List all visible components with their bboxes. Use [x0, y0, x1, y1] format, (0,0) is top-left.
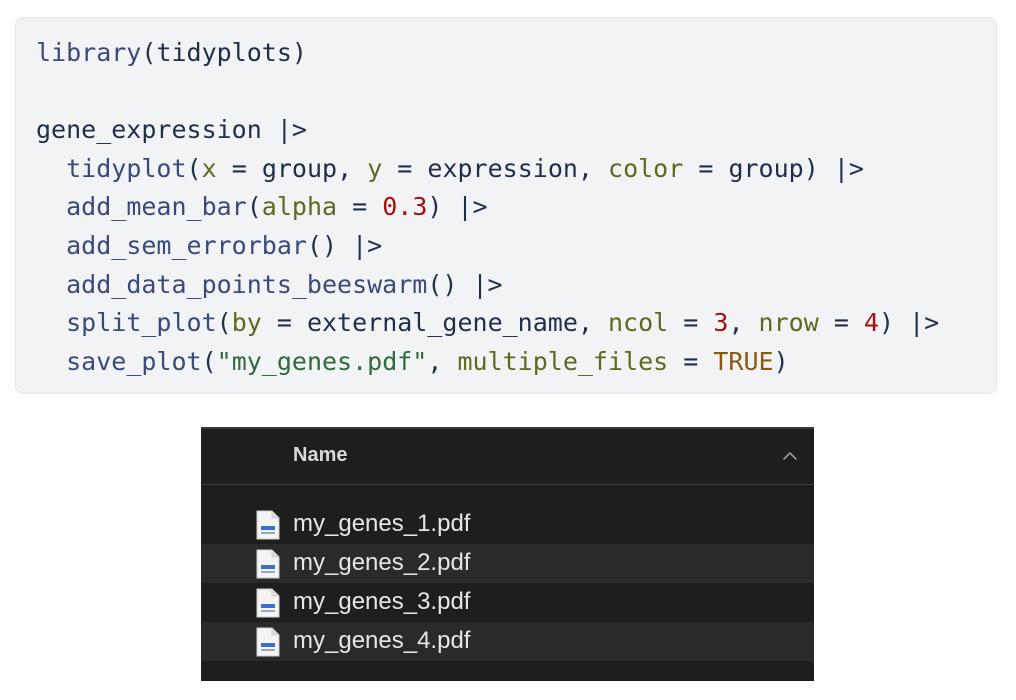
- code-line-4: tidyplot(x = group, y = expression, colo…: [36, 150, 939, 189]
- code-function: tidyplot: [66, 153, 187, 183]
- code-punct: (: [186, 153, 202, 183]
- code-identifier: group: [261, 153, 338, 183]
- code-pipe: |>: [457, 269, 503, 299]
- code-identifier: group: [728, 153, 804, 183]
- code-string: "my_genes.pdf": [216, 346, 428, 376]
- code-argument: y: [367, 153, 383, 183]
- code-punct: =: [668, 308, 714, 338]
- code-punct: ): [878, 308, 895, 338]
- code-function: add_sem_errorbar: [66, 230, 307, 260]
- code-block: library(tidyplots) gene_expression |> ti…: [15, 17, 997, 394]
- code-punct: =: [382, 153, 428, 183]
- code-number: 3: [713, 308, 729, 338]
- file-name: my_genes_3.pdf: [293, 588, 471, 615]
- code-number: 0.3: [382, 192, 428, 222]
- file-name: my_genes_4.pdf: [293, 627, 471, 654]
- code-argument: ncol: [608, 308, 669, 338]
- code-punct: (: [216, 308, 232, 338]
- code-argument: by: [231, 308, 262, 338]
- code-punct: =: [668, 346, 714, 376]
- code-punct: =: [261, 308, 307, 338]
- code-line-5: add_mean_bar(alpha = 0.3) |>: [36, 188, 939, 227]
- code-number: 4: [863, 308, 879, 338]
- code-argument: alpha: [261, 192, 338, 222]
- code-punct: =: [337, 192, 383, 222]
- file-rows: my_genes_1.pdf my_genes_2.pdf my_genes_3…: [201, 505, 814, 661]
- code-punct: ): [773, 346, 789, 376]
- code-argument: multiple_files: [457, 346, 669, 376]
- code-punct: (): [427, 269, 458, 299]
- code-line-7: add_data_points_beeswarm() |>: [36, 266, 939, 305]
- code-punct: ): [427, 192, 443, 222]
- code-punct: =: [818, 308, 864, 338]
- code-function: library: [36, 38, 142, 67]
- code-punct: ): [291, 38, 307, 67]
- chevron-up-icon[interactable]: [782, 448, 798, 464]
- code-pipe: |>: [894, 308, 940, 338]
- code-punct: ,: [577, 153, 609, 183]
- code-pipe: |>: [276, 115, 307, 145]
- code-punct: =: [216, 153, 262, 183]
- code-punct: (: [246, 192, 262, 222]
- code-punct: =: [683, 153, 729, 183]
- file-row[interactable]: my_genes_1.pdf: [201, 505, 814, 544]
- file-list-panel: Name my_genes_1.pdf my_genes_2.pdf my_ge…: [201, 427, 814, 681]
- file-name: my_genes_2.pdf: [293, 549, 471, 576]
- pdf-file-icon: [256, 549, 280, 579]
- code-punct: ,: [427, 346, 458, 376]
- code-punct: ,: [728, 308, 759, 338]
- file-row[interactable]: my_genes_3.pdf: [201, 583, 814, 622]
- code-line-8: split_plot(by = external_gene_name, ncol…: [36, 304, 939, 343]
- code-punct: ): [803, 153, 819, 183]
- code-argument: x: [201, 153, 217, 183]
- pdf-file-icon: [256, 588, 280, 618]
- code-argument: nrow: [758, 308, 819, 338]
- file-name: my_genes_1.pdf: [293, 510, 471, 537]
- pdf-file-icon: [256, 627, 280, 657]
- code-pipe: |>: [442, 192, 488, 222]
- column-header-name[interactable]: Name: [201, 429, 814, 485]
- code-punct: (): [306, 230, 338, 260]
- code-punct: ,: [337, 153, 368, 183]
- code-content: library(tidyplots) gene_expression |> ti…: [36, 34, 939, 381]
- code-function: save_plot: [66, 346, 202, 376]
- code-function: add_data_points_beeswarm: [66, 269, 428, 299]
- code-line-1: library(tidyplots): [36, 34, 939, 73]
- code-argument: color: [608, 153, 684, 183]
- code-identifier: gene_expression: [36, 115, 262, 145]
- code-identifier: external_gene_name: [306, 308, 578, 338]
- pdf-file-icon: [256, 510, 280, 540]
- code-keyword: TRUE: [713, 346, 774, 376]
- code-pipe: |>: [337, 230, 383, 260]
- code-identifier: tidyplots: [156, 38, 292, 67]
- file-row[interactable]: my_genes_2.pdf: [201, 544, 814, 583]
- code-line-6: add_sem_errorbar() |>: [36, 227, 939, 266]
- code-punct: (: [201, 346, 217, 376]
- code-identifier: expression: [427, 153, 578, 183]
- file-row[interactable]: my_genes_4.pdf: [201, 622, 814, 661]
- code-punct: (: [141, 38, 157, 67]
- code-pipe: |>: [818, 153, 864, 183]
- code-line-9: save_plot("my_genes.pdf", multiple_files…: [36, 343, 939, 382]
- code-function: split_plot: [66, 308, 217, 338]
- code-function: add_mean_bar: [66, 192, 247, 222]
- code-punct: ,: [577, 308, 608, 338]
- code-line-3: gene_expression |>: [36, 111, 939, 150]
- column-header-label: Name: [293, 444, 348, 466]
